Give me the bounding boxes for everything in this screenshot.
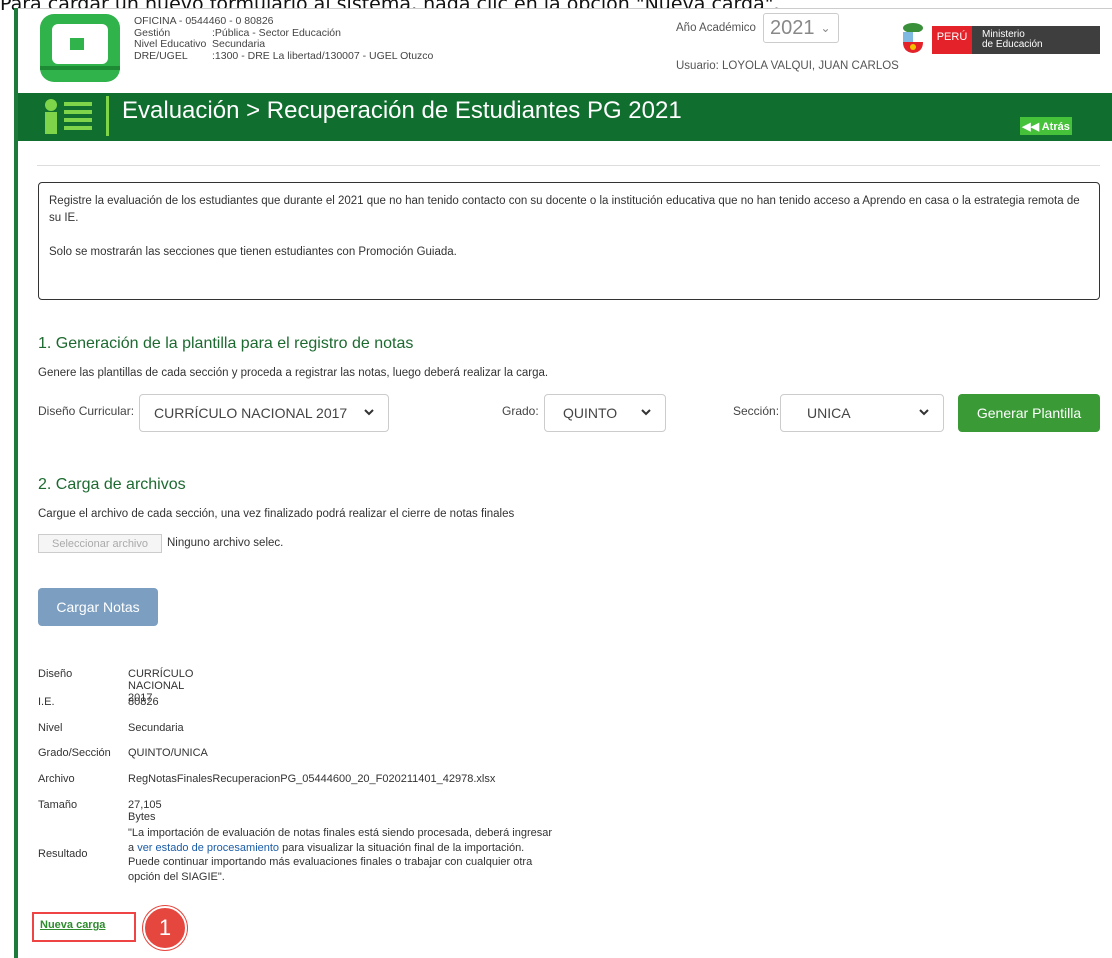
detail-key: I.E.	[38, 696, 55, 708]
academic-year-select[interactable]: 2021 ⌄	[763, 13, 839, 43]
no-file-text: Ninguno archivo selec.	[167, 537, 284, 549]
detail-value: 27,105 Bytes	[128, 799, 162, 823]
section1-title: 1. Generación de la plantilla para el re…	[38, 335, 414, 352]
institution-info: OFICINA - 0544460 - 0 80826 Gestión:Públ…	[134, 15, 434, 62]
diseno-select[interactable]: CURRÍCULO NACIONAL 2017	[139, 394, 389, 432]
diseno-label: Diseño Curricular:	[38, 404, 135, 418]
section2-subtitle: Cargue el archivo de cada sección, una v…	[38, 508, 515, 520]
detail-value: 80826	[128, 696, 159, 708]
content-divider	[37, 165, 1100, 166]
chevron-down-icon	[364, 409, 374, 416]
title-separator	[106, 96, 109, 136]
back-button[interactable]: ◀◀ Atrás	[1020, 117, 1072, 135]
dreugel-key: DRE/UGEL	[134, 49, 188, 62]
academic-year-value: 2021	[770, 16, 815, 39]
detail-key: Diseño	[38, 668, 73, 680]
diseno-value: CURRÍCULO NACIONAL 2017	[154, 405, 348, 421]
user-label: Usuario: LOYOLA VALQUI, JUAN CARLOS	[676, 60, 899, 72]
academic-year-label: Año Académico	[676, 22, 756, 34]
detail-key: Archivo	[38, 773, 75, 785]
ver-estado-link[interactable]: ver estado de procesamiento	[137, 842, 279, 854]
seccion-select[interactable]: UNICA	[780, 394, 944, 432]
ministerio-line2: de Educación	[982, 39, 1043, 50]
detail-value: QUINTO/UNICA	[128, 747, 208, 759]
detail-value: RegNotasFinalesRecuperacionPG_05444600_2…	[128, 773, 496, 785]
generar-plantilla-button[interactable]: Generar Plantilla	[958, 394, 1100, 432]
detail-key: Nivel	[38, 722, 63, 734]
resultado-label: Resultado	[38, 848, 88, 860]
peru-brand: PERÚ	[932, 26, 972, 54]
seccion-label: Sección:	[733, 404, 780, 418]
info-box: Registre la evaluación de los estudiante…	[38, 182, 1100, 300]
step-badge: 1	[143, 906, 187, 950]
detail-value: Secundaria	[128, 722, 184, 734]
nivel-value: Secundaria	[212, 38, 266, 50]
peru-coat-of-arms-icon	[903, 23, 923, 53]
chevron-down-icon	[919, 409, 929, 416]
seccion-value: UNICA	[807, 405, 851, 421]
nueva-carga-link[interactable]: Nueva carga	[40, 919, 105, 931]
ministerio-brand: Ministerio de Educación	[972, 26, 1100, 54]
select-file-button[interactable]: Seleccionar archivo	[38, 534, 162, 553]
resultado-text: "La importación de evaluación de notas f…	[128, 826, 558, 884]
chevron-down-icon: ⌄	[820, 21, 831, 35]
grado-select[interactable]: QUINTO	[544, 394, 666, 432]
detail-key: Tamaño	[38, 799, 78, 811]
detail-key: Grado/Sección	[38, 747, 111, 759]
page-title: Evaluación > Recuperación de Estudiantes…	[122, 97, 682, 124]
info-paragraph-1: Registre la evaluación de los estudiante…	[49, 195, 1080, 224]
info-paragraph-2: Solo se mostrarán las secciones que tien…	[49, 246, 457, 258]
list-icon	[45, 99, 92, 134]
siagie-logo	[40, 14, 120, 82]
chevron-down-icon	[641, 409, 651, 416]
section1-subtitle: Genere las plantillas de cada sección y …	[38, 367, 549, 379]
nivel-key: Nivel Educativo	[134, 38, 207, 50]
top-divider	[18, 8, 1112, 9]
section2-title: 2. Carga de archivos	[38, 476, 186, 493]
dreugel-value: :1300 - DRE La libertad/130007 - UGEL Ot…	[212, 49, 434, 62]
grado-value: QUINTO	[563, 405, 618, 421]
oficina-text: OFICINA - 0544460 - 0 80826	[134, 15, 274, 27]
cargar-notas-button[interactable]: Cargar Notas	[38, 588, 158, 626]
grado-label: Grado:	[502, 404, 539, 418]
